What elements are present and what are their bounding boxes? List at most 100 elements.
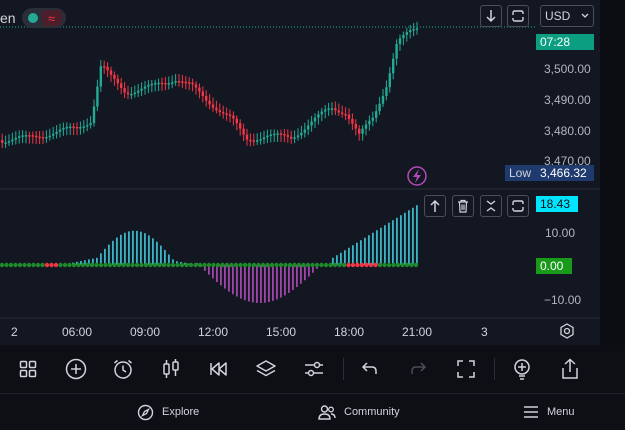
settings-icon[interactable]	[559, 323, 575, 339]
alert-button[interactable]	[110, 356, 136, 382]
candle-body	[113, 74, 116, 79]
candle-body	[205, 95, 208, 101]
layers-button[interactable]	[253, 356, 279, 382]
candle-body	[310, 121, 313, 126]
time-label: 2	[11, 325, 18, 339]
currency-select[interactable]: USD	[540, 5, 594, 27]
zero-dot	[148, 262, 153, 268]
zero-dot	[44, 262, 50, 268]
candle-body	[4, 142, 7, 144]
add-button[interactable]	[63, 356, 89, 382]
histogram-bar	[220, 265, 222, 286]
collapse-pane-button[interactable]	[480, 195, 502, 217]
candle-body	[351, 118, 354, 124]
arrow-down-icon	[486, 10, 496, 23]
zero-dot	[8, 262, 14, 268]
zero-dot	[278, 262, 284, 268]
histogram-bar	[244, 265, 246, 301]
candle-body	[109, 70, 113, 75]
zero-dot	[112, 262, 117, 268]
share-icon	[562, 358, 578, 379]
indicator-settings-button[interactable]	[301, 356, 327, 382]
indicator-label-minus10: −10.00	[544, 293, 582, 307]
symbol-name[interactable]: en	[0, 10, 16, 26]
chart-type-button[interactable]	[158, 356, 184, 382]
histogram-bar	[156, 241, 158, 265]
share-button[interactable]	[557, 356, 583, 382]
candle-body	[313, 117, 317, 122]
histogram-bar	[408, 210, 410, 265]
candle-body	[293, 137, 296, 139]
zero-dot	[233, 262, 239, 268]
delete-pane-button[interactable]	[452, 195, 474, 217]
move-pane-up-button[interactable]	[424, 195, 446, 217]
zero-dot	[242, 262, 248, 268]
zero-dot	[391, 262, 396, 268]
histogram-bar	[280, 265, 282, 298]
candle-body	[279, 133, 283, 135]
price-label-3500: 3,500.00	[544, 62, 591, 76]
zero-dot	[188, 262, 194, 268]
candle-body	[361, 128, 364, 134]
countdown-tag: 07:28	[536, 34, 594, 50]
nav-community[interactable]: Community	[318, 402, 400, 422]
indicator-value-tag: 18.43	[536, 196, 578, 212]
candle-body	[69, 126, 72, 129]
time-label: 12:00	[198, 325, 229, 339]
histogram-bar	[240, 265, 242, 299]
zero-dot	[413, 262, 419, 268]
zero-dot	[157, 262, 162, 268]
zero-dot	[373, 262, 378, 268]
delay-icon: ≈	[41, 10, 62, 26]
zero-dot	[179, 262, 185, 268]
zero-dot	[89, 262, 95, 268]
chart-area[interactable]: en ≈ USD 07:28 3,500.00 3,490.00 3,480.0…	[0, 0, 600, 345]
zero-dot	[116, 262, 122, 268]
histogram-bar	[148, 235, 150, 265]
reset-pane-button[interactable]	[507, 195, 529, 217]
histogram-bar	[160, 245, 162, 265]
candle-body	[249, 139, 252, 142]
zero-dot	[260, 262, 266, 268]
candle-body	[395, 43, 398, 59]
reset-chart-button[interactable]	[507, 5, 529, 27]
zero-dot	[211, 262, 216, 268]
zero-dot	[328, 262, 333, 268]
scroll-to-latest-button[interactable]	[480, 5, 502, 27]
candle-body	[201, 91, 204, 96]
low-label: Low	[505, 165, 536, 181]
replay-icon	[210, 362, 227, 376]
zero-dot	[193, 262, 198, 268]
settings-sliders-icon	[305, 361, 323, 377]
candle-body	[256, 140, 259, 142]
candle-body	[259, 139, 262, 141]
status-pill[interactable]: ≈	[21, 8, 66, 28]
histogram-bar	[272, 265, 274, 301]
nav-explore[interactable]: Explore	[137, 402, 199, 422]
chart-toolbar	[0, 345, 625, 393]
histogram-bar	[372, 232, 374, 265]
zero-dot	[215, 262, 221, 268]
candle-body	[239, 123, 242, 129]
candle-body	[375, 111, 378, 118]
nav-menu[interactable]: Menu	[523, 402, 575, 422]
fullscreen-button[interactable]	[453, 356, 479, 382]
redo-button[interactable]	[405, 356, 431, 382]
candle-body	[228, 114, 232, 116]
candle-body	[327, 108, 330, 110]
ideas-button[interactable]	[509, 356, 535, 382]
layers-icon	[256, 360, 276, 377]
candle-body	[392, 58, 395, 74]
candlestick-series	[1, 21, 419, 149]
layout-button[interactable]	[15, 356, 41, 382]
zero-dot	[238, 262, 243, 268]
candle-body	[72, 126, 75, 129]
histogram-bar	[344, 250, 346, 265]
replay-button[interactable]	[206, 356, 232, 382]
candle-body	[126, 92, 130, 95]
zero-dot	[98, 262, 104, 268]
zero-dot	[350, 262, 356, 268]
histogram-bar	[292, 265, 294, 291]
undo-button[interactable]	[357, 356, 383, 382]
candle-body	[65, 126, 68, 129]
